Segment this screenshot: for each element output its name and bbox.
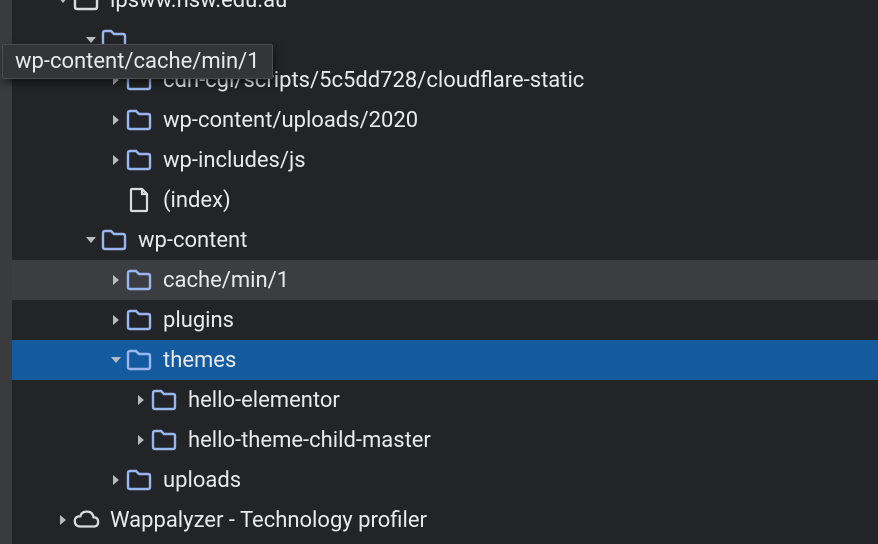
chevron-right-icon[interactable] [107,114,125,126]
indent [12,40,82,41]
folder-outline-icon [72,0,100,11]
chevron-right-icon[interactable] [107,274,125,286]
chevron-right-icon[interactable] [107,474,125,486]
tree-row[interactable]: uploads [12,460,878,500]
indent [12,280,107,281]
tree-row[interactable]: (index) [12,180,878,220]
chevron-right-icon[interactable] [132,394,150,406]
chevron-right-icon[interactable] [107,154,125,166]
chevron-down-icon[interactable] [54,0,72,6]
folder-icon [125,149,153,171]
chevron-right-icon[interactable] [132,434,150,446]
tree-row[interactable]: wp-content/uploads/2020 [12,100,878,140]
indent [12,240,82,241]
tree: ipsww.nsw.edu.aucdn-cgi/scripts/5c5dd728… [12,0,878,540]
folder-icon [100,229,128,251]
folder-icon [125,309,153,331]
indent [12,200,107,201]
tree-item-label: (index) [163,188,231,213]
tree-item-label: ipsww.nsw.edu.au [110,0,287,13]
tooltip: wp-content/cache/min/1 [2,44,273,79]
tree-row[interactable]: themes [12,340,878,380]
tree-item-label: wp-content [138,228,247,253]
folder-icon [150,389,178,411]
cloud-icon [72,509,100,531]
tree-item-label: wp-content/uploads/2020 [163,108,418,133]
tree-row[interactable]: wp-includes/js [12,140,878,180]
tree-row[interactable]: plugins [12,300,878,340]
indent [12,80,107,81]
tree-row[interactable]: hello-elementor [12,380,878,420]
indent [12,0,54,1]
folder-icon [125,109,153,131]
indent [12,160,107,161]
tree-item-label: wp-includes/js [163,148,306,173]
tree-row[interactable]: hello-theme-child-master [12,420,878,460]
folder-icon [150,429,178,451]
chevron-right-icon[interactable] [54,514,72,526]
chevron-down-icon[interactable] [107,354,125,366]
file-icon [125,187,153,213]
folder-icon [125,349,153,371]
indent [12,520,54,521]
panel-left-border [0,0,12,544]
tree-item-label: uploads [163,468,241,493]
tree-item-label: hello-elementor [188,388,340,413]
tree-row[interactable]: ipsww.nsw.edu.au [12,0,878,20]
indent [12,440,132,441]
indent [12,480,107,481]
indent [12,320,107,321]
tree-row[interactable]: cache/min/1 [12,260,878,300]
tree-item-label: hello-theme-child-master [188,428,431,453]
folder-icon [125,469,153,491]
indent [12,400,132,401]
folder-icon [125,269,153,291]
chevron-right-icon[interactable] [107,314,125,326]
tree-row[interactable]: wp-content [12,220,878,260]
tree-item-label: plugins [163,308,234,333]
file-tree-panel: ipsww.nsw.edu.aucdn-cgi/scripts/5c5dd728… [0,0,878,544]
tree-row[interactable]: Wappalyzer - Technology profiler [12,500,878,540]
tree-item-label: themes [163,348,236,373]
tree-item-label: Wappalyzer - Technology profiler [110,508,427,533]
chevron-down-icon[interactable] [82,234,100,246]
indent [12,360,107,361]
indent [12,120,107,121]
tree-item-label: cache/min/1 [163,268,289,293]
